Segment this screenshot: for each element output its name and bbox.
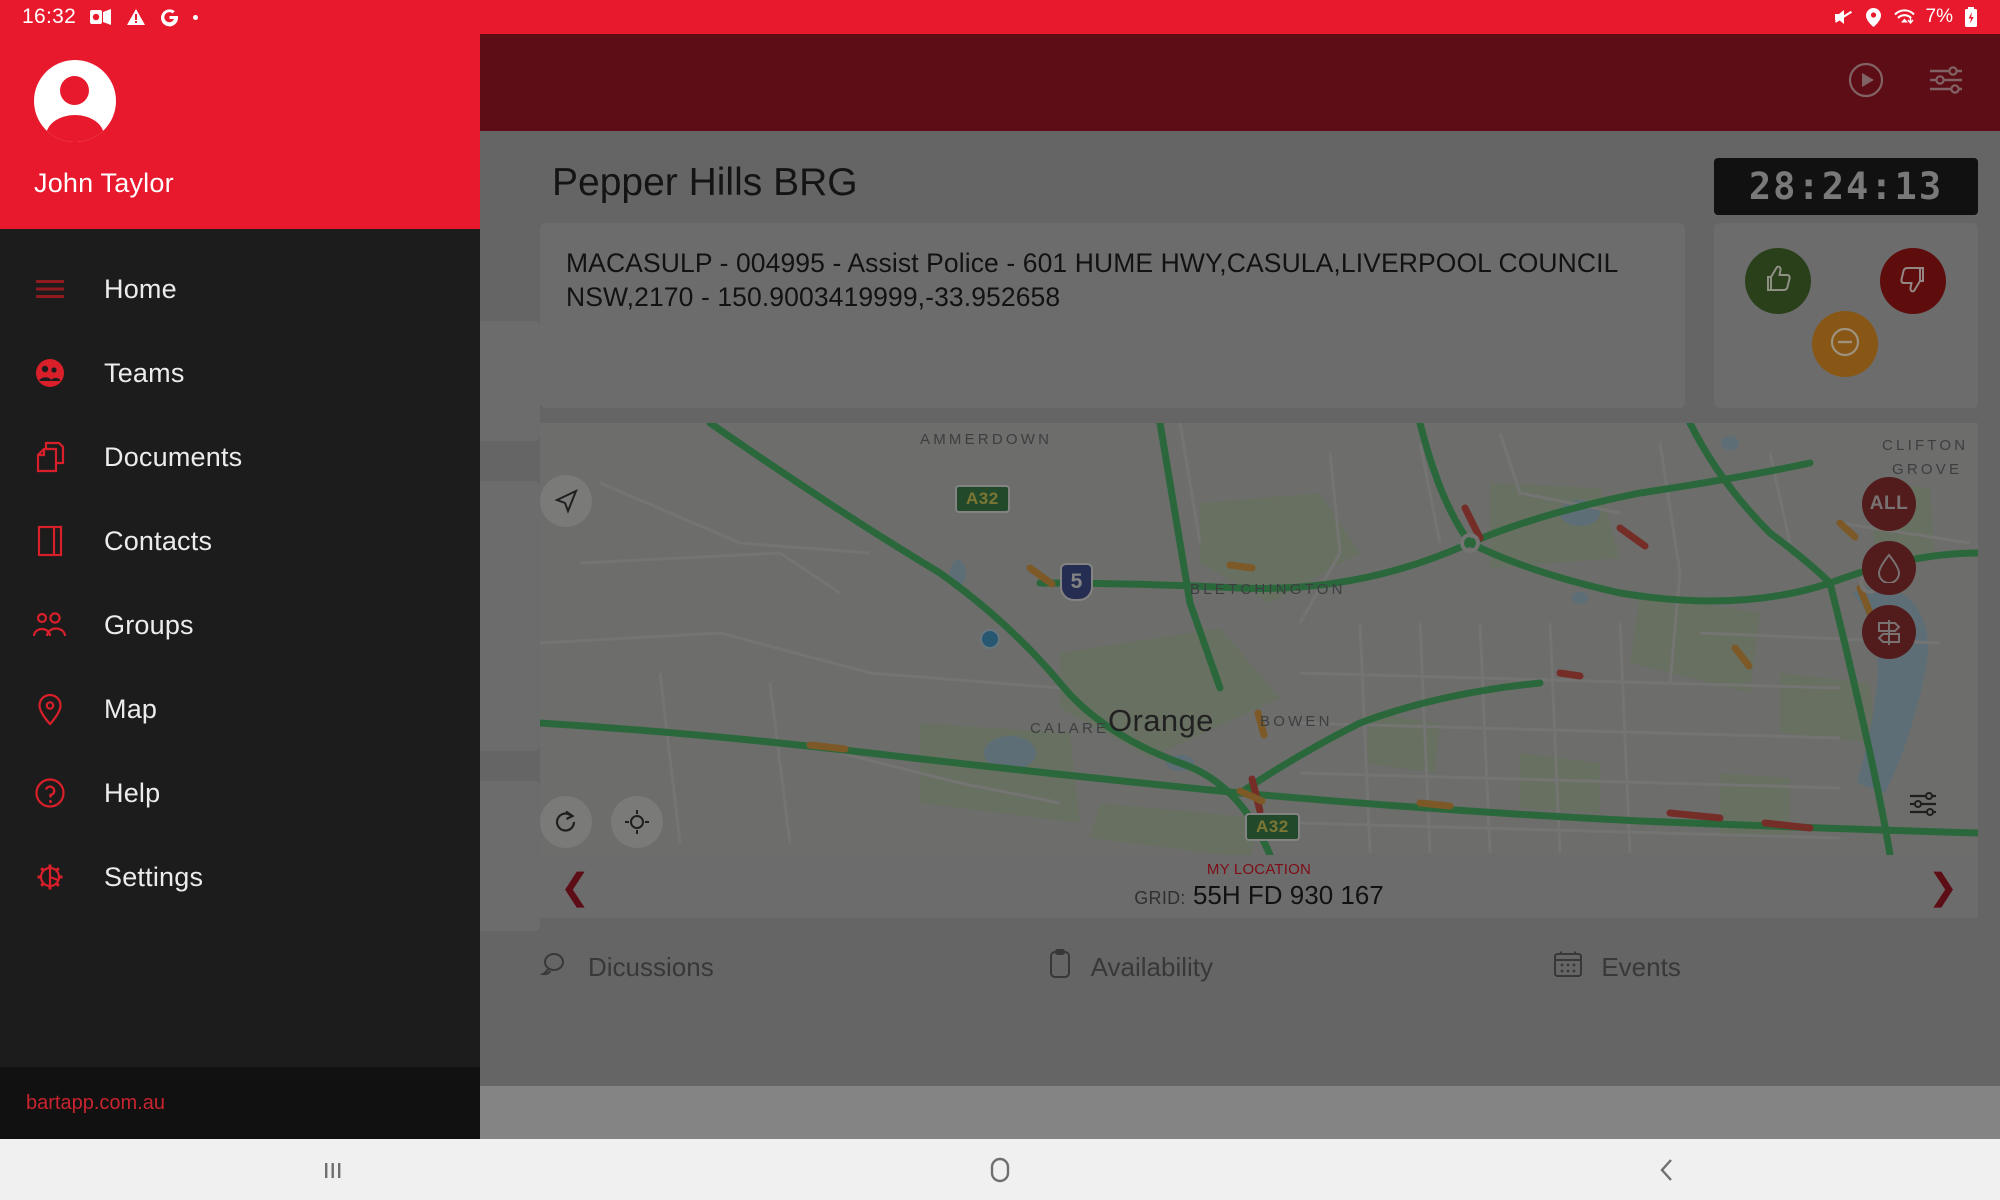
sidebar-item-contacts[interactable]: Contacts [0,499,480,583]
sidebar-item-teams-label: Teams [104,357,185,388]
sidebar-item-help[interactable]: Help [0,751,480,835]
google-g-icon [160,8,179,27]
dot-indicator [193,14,199,20]
sidebar-item-settings-label: Settings [104,861,204,892]
help-question-icon [26,777,74,809]
status-bar-left: 16:32 [22,5,199,29]
sidebar-item-groups-label: Groups [104,609,194,640]
sidebar-item-groups[interactable]: Groups [0,583,480,667]
sidebar-item-contacts-label: Contacts [104,525,213,556]
navigation-drawer: John Taylor Home Teams Documents Contact… [0,34,480,1139]
map-pin-icon [26,693,74,726]
recents-bars-icon[interactable] [0,1157,667,1183]
outlook-icon [90,8,112,26]
warning-triangle-icon [126,8,146,26]
battery-percent-label: 7% [1925,6,1953,27]
home-circle-icon[interactable] [667,1155,1334,1185]
wifi-icon [1892,8,1915,26]
drawer-menu: Home Teams Documents Contacts Groups Map… [0,229,480,1067]
status-bar-clock: 16:32 [22,5,77,28]
location-pin-icon [1865,7,1881,27]
teams-icon [26,357,74,389]
sidebar-item-documents[interactable]: Documents [0,415,480,499]
drawer-header: John Taylor [0,34,480,229]
volume-muted-icon [1833,8,1855,26]
contacts-book-icon [26,525,74,557]
back-chevron-icon[interactable] [1333,1156,2000,1184]
battery-charging-icon [1964,7,1978,27]
android-nav-bar [0,1139,2000,1200]
sidebar-item-home-label: Home [104,273,177,304]
sidebar-item-settings[interactable]: Settings [0,835,480,919]
sidebar-item-help-label: Help [104,777,161,808]
documents-icon [26,441,74,473]
status-bar-right: 7% [1833,6,1978,28]
sidebar-item-documents-label: Documents [104,441,243,472]
drawer-footer: bartapp.com.au [0,1067,480,1139]
drawer-user-name: John Taylor [34,168,174,198]
hamburger-menu-icon [26,278,74,300]
sidebar-item-home[interactable]: Home [0,247,480,331]
sidebar-item-map[interactable]: Map [0,667,480,751]
device-screen: 16:32 7% Pepper Hills BRG MACASULP - 004… [0,0,2000,1200]
sidebar-item-map-label: Map [104,693,158,724]
gear-icon [26,861,74,893]
website-link[interactable]: bartapp.com.au [26,1092,165,1115]
avatar[interactable] [34,60,116,142]
sidebar-item-teams[interactable]: Teams [0,331,480,415]
android-status-bar: 16:32 7% [0,0,2000,34]
groups-people-icon [26,612,74,638]
